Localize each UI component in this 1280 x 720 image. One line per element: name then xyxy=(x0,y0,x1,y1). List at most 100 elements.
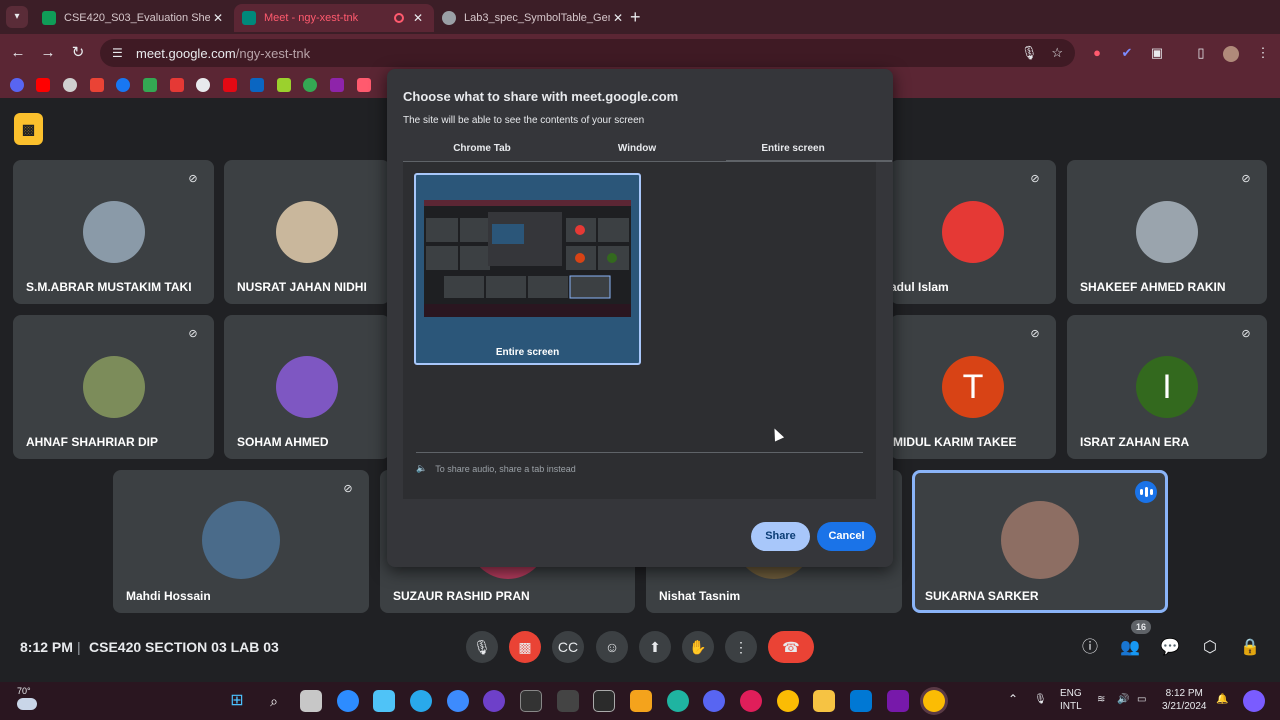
globe-bookmark-icon[interactable] xyxy=(196,78,210,92)
participant-tile[interactable]: ⊘ Mahdi Hossain xyxy=(113,470,369,613)
leave-call-button[interactable]: ☎ xyxy=(768,631,814,663)
vscode-icon[interactable] xyxy=(850,690,872,712)
zoom-icon[interactable] xyxy=(337,690,359,712)
browser-tab-lab3-spec[interactable]: Lab3_spec_SymbolTable_Genera ✕ xyxy=(434,4,634,32)
weather-widget[interactable]: 70° xyxy=(17,686,37,710)
participant-tile[interactable]: NUSRAT JAHAN NIDHI xyxy=(224,160,390,304)
forward-arrow-icon[interactable]: → xyxy=(37,42,59,64)
qbittorrent-icon[interactable] xyxy=(447,690,469,712)
share-button[interactable]: Share xyxy=(751,522,810,551)
volume-icon[interactable]: 🔊 xyxy=(1117,693,1129,706)
reload-icon[interactable]: ↻ xyxy=(67,42,89,64)
input-language[interactable]: ENG INTL xyxy=(1060,687,1082,713)
meeting-info-icon[interactable]: ⓘ xyxy=(1079,637,1101,659)
speaking-indicator-icon xyxy=(1135,481,1157,503)
github-icon[interactable] xyxy=(483,690,505,712)
netflix-bookmark-icon[interactable] xyxy=(223,78,237,92)
extension-check-icon[interactable]: ✔ xyxy=(1116,42,1138,64)
activities-icon[interactable]: ⬡ xyxy=(1199,637,1221,659)
discord-bookmark-icon[interactable] xyxy=(10,78,24,92)
wifi-icon[interactable]: ≋ xyxy=(1097,693,1105,706)
menu-kebab-icon[interactable]: ⋮ xyxy=(1252,42,1274,64)
chrome-active-icon[interactable] xyxy=(923,690,945,712)
browser-tab-evaluation-sheet[interactable]: CSE420_S03_Evaluation Sheet_S ✕ xyxy=(34,4,234,32)
microphone-icon[interactable]: 🎙 xyxy=(1034,693,1047,706)
participant-tile[interactable]: ⊘ AHNAF SHAHRIAR DIP xyxy=(13,315,214,459)
present-screen-button[interactable]: ⬆ xyxy=(639,631,671,663)
app-icon[interactable] xyxy=(557,690,579,712)
sublime-icon[interactable] xyxy=(630,690,652,712)
participant-tile[interactable]: ⊘ adul Islam xyxy=(890,160,1056,304)
onenote-icon[interactable] xyxy=(887,690,909,712)
microphone-button[interactable]: 🎙 xyxy=(466,631,498,663)
gmail-bookmark-icon[interactable] xyxy=(90,78,104,92)
shield-bookmark-icon[interactable] xyxy=(303,78,317,92)
app-icon[interactable] xyxy=(520,690,542,712)
red-bookmark-icon[interactable] xyxy=(170,78,184,92)
close-icon[interactable]: ✕ xyxy=(210,11,226,25)
file-explorer-icon[interactable] xyxy=(813,690,835,712)
participant-tile-speaking[interactable]: SUKARNA SARKER xyxy=(912,470,1168,613)
more-options-button[interactable]: ⋮ xyxy=(725,631,757,663)
cloud-icon xyxy=(17,698,37,710)
participant-tile[interactable]: SOHAM AHMED xyxy=(224,315,390,459)
extensions-puzzle-icon[interactable]: ▣ xyxy=(1146,42,1168,64)
chat-icon[interactable]: 💬 xyxy=(1159,637,1181,659)
new-tab-icon[interactable]: + xyxy=(630,8,641,26)
drive-bookmark-icon[interactable] xyxy=(143,78,157,92)
participant-tile[interactable]: ⊘ SHAKEEF AHMED RAKIN xyxy=(1067,160,1267,304)
tab-search-icon[interactable]: ▾ xyxy=(6,6,28,28)
participant-tile[interactable]: ⊘ T MIDUL KARIM TAKEE xyxy=(890,315,1056,459)
youtube-bookmark-icon[interactable] xyxy=(36,78,50,92)
cancel-button[interactable]: Cancel xyxy=(817,522,876,551)
windows-start-icon[interactable]: ⊞ xyxy=(226,690,248,712)
task-view-icon[interactable] xyxy=(300,690,322,712)
slack-icon[interactable] xyxy=(740,690,762,712)
copilot-icon[interactable] xyxy=(1243,690,1265,712)
battery-icon[interactable]: ▭ xyxy=(1137,693,1146,706)
participant-tile[interactable]: ⊘ S.M.ABRAR MUSTAKIM TAKI xyxy=(13,160,214,304)
chrome-icon[interactable] xyxy=(777,690,799,712)
discord-icon[interactable] xyxy=(703,690,725,712)
green-bookmark-icon[interactable] xyxy=(277,78,291,92)
side-panel-icon[interactable]: ▯ xyxy=(1190,42,1212,64)
app-icon[interactable] xyxy=(593,690,615,712)
bookmark-star-icon[interactable]: ☆ xyxy=(1051,45,1063,61)
captions-button[interactable]: CC xyxy=(552,631,584,663)
system-clock[interactable]: 8:12 PM 3/21/2024 xyxy=(1162,687,1207,713)
browser-tab-meet[interactable]: Meet - ngy-xest-tnk ✕ xyxy=(234,4,434,32)
tab-entire-screen[interactable]: Entire screen xyxy=(714,143,872,154)
chevron-up-icon[interactable]: ⌃ xyxy=(1008,693,1018,706)
close-icon[interactable]: ✕ xyxy=(610,11,626,25)
raise-hand-button[interactable]: ✋ xyxy=(682,631,714,663)
emoji-reaction-button[interactable]: ☺ xyxy=(596,631,628,663)
facebook-bookmark-icon[interactable] xyxy=(116,78,130,92)
extension-record-icon[interactable]: ● xyxy=(1086,42,1108,64)
linkedin-bookmark-icon[interactable] xyxy=(250,78,264,92)
tab-chrome-tab[interactable]: Chrome Tab xyxy=(403,143,561,154)
profile-avatar[interactable] xyxy=(1220,42,1242,64)
purple-bookmark-icon[interactable] xyxy=(330,78,344,92)
back-arrow-icon[interactable]: ← xyxy=(7,42,29,64)
address-bar[interactable]: ☰ meet.google.com /ngy-xest-tnk 🎙 ☆ xyxy=(100,39,1075,67)
camera-off-button[interactable]: ▩ xyxy=(509,631,541,663)
people-icon[interactable]: 👥 xyxy=(1119,637,1141,659)
mic-off-icon: ⊘ xyxy=(1030,328,1040,340)
close-icon[interactable]: ✕ xyxy=(410,11,426,25)
entire-screen-option[interactable]: Entire screen xyxy=(414,173,641,365)
notification-bell-icon[interactable]: 🔔 xyxy=(1216,693,1228,706)
folder-bookmark-icon[interactable] xyxy=(357,78,371,92)
participant-tile[interactable]: ⊘ I ISRAT ZAHAN ERA xyxy=(1067,315,1267,459)
app-icon[interactable] xyxy=(373,690,395,712)
participant-name: NUSRAT JAHAN NIDHI xyxy=(237,280,367,294)
telegram-icon[interactable] xyxy=(410,690,432,712)
settings-bookmark-icon[interactable] xyxy=(63,78,77,92)
microphone-icon[interactable]: 🎙 xyxy=(1021,45,1038,61)
edge-icon[interactable] xyxy=(667,690,689,712)
search-icon[interactable]: ⌕ xyxy=(263,690,285,712)
recording-icon xyxy=(394,13,404,23)
host-controls-icon[interactable]: 🔒 xyxy=(1239,637,1261,659)
tab-window[interactable]: Window xyxy=(558,143,716,154)
audio-hint-text: To share audio, share a tab instead xyxy=(435,463,576,474)
site-info-icon[interactable]: ☰ xyxy=(112,46,126,60)
